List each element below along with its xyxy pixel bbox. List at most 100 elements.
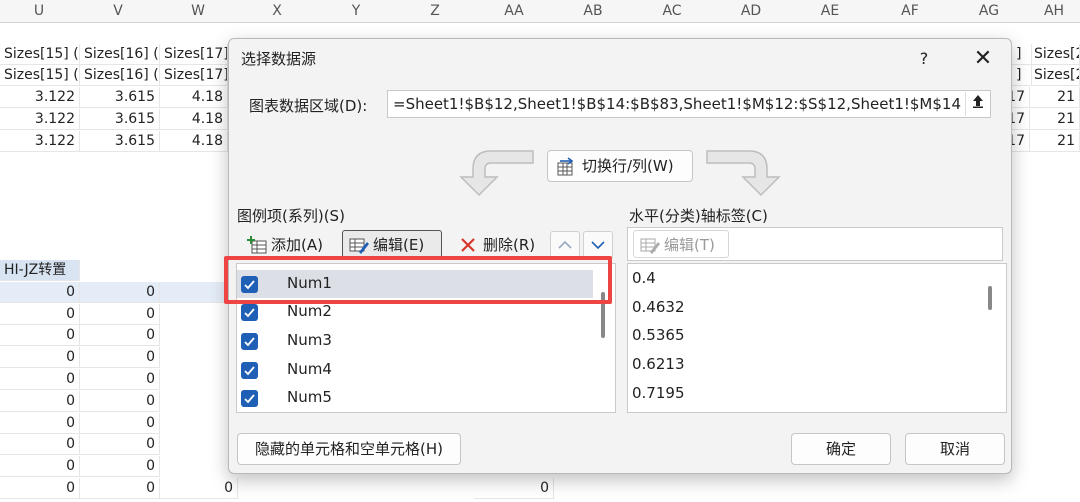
series-item[interactable]: Num4 bbox=[237, 356, 593, 384]
switch-row-column-button[interactable]: 切换行/列(W) bbox=[547, 150, 693, 182]
column-header-af[interactable]: AF bbox=[870, 0, 951, 23]
axis-labels-list[interactable]: 0.4 0.4632 0.5365 0.6213 0.7195 bbox=[627, 263, 1007, 413]
cell-header-label[interactable]: HI-JZ转置 bbox=[0, 260, 80, 281]
column-header-ab[interactable]: AB bbox=[554, 0, 633, 23]
delete-x-icon bbox=[461, 238, 475, 252]
cell-sizes[interactable]: Sizes[16] ( bbox=[80, 44, 160, 65]
delete-series-button[interactable]: 删除(R) bbox=[452, 230, 548, 258]
cell-zero[interactable]: 0 bbox=[0, 434, 80, 455]
axis-label-item[interactable]: 0.4632 bbox=[632, 293, 685, 321]
cell-partial[interactable]: ] bbox=[1012, 65, 1032, 86]
axis-label-item[interactable]: 0.7195 bbox=[632, 379, 685, 407]
cell-zero[interactable]: 0 bbox=[80, 282, 160, 303]
cell-zero[interactable]: 0 bbox=[0, 369, 80, 390]
column-header-u[interactable]: U bbox=[0, 0, 79, 23]
hidden-empty-cells-button[interactable]: 隐藏的单元格和空单元格(H) bbox=[237, 433, 461, 465]
cell-value[interactable]: 3.615 bbox=[80, 87, 160, 108]
cell-sizes[interactable]: Sizes[2 bbox=[1030, 44, 1080, 65]
collapse-range-button[interactable] bbox=[965, 92, 990, 116]
cell-zero[interactable]: 0 bbox=[80, 391, 160, 412]
data-range-input[interactable]: =Sheet1!$B$12,Sheet1!$B$14:$B$83,Sheet1!… bbox=[387, 90, 991, 118]
cell-zero[interactable]: 0 bbox=[80, 325, 160, 346]
cell-zero[interactable]: 0 bbox=[80, 369, 160, 390]
curved-arrow-left-icon bbox=[459, 150, 534, 197]
help-button[interactable]: ? bbox=[911, 45, 937, 73]
cell-sizes[interactable]: Sizes[16] ( bbox=[80, 65, 160, 86]
move-down-button[interactable] bbox=[583, 231, 613, 259]
cell-value[interactable]: 4.18 bbox=[160, 109, 228, 130]
cell-zero[interactable]: 0 bbox=[80, 413, 160, 434]
series-checkbox[interactable] bbox=[241, 276, 258, 293]
cell-value[interactable]: 21 bbox=[1030, 109, 1080, 130]
column-header-ae[interactable]: AE bbox=[790, 0, 871, 23]
cell-value[interactable]: 3.122 bbox=[0, 131, 80, 152]
cell-zero[interactable]: 0 bbox=[80, 347, 160, 368]
cell-zero[interactable]: 0 bbox=[0, 325, 80, 346]
column-header-z[interactable]: Z bbox=[396, 0, 475, 23]
cell-value[interactable]: 21 bbox=[1030, 87, 1080, 108]
series-item[interactable]: Num1 bbox=[237, 270, 593, 298]
column-header-ac[interactable]: AC bbox=[632, 0, 713, 23]
cell-sizes[interactable]: Sizes[15] ( bbox=[0, 44, 80, 65]
series-list[interactable]: Num1 Num2 Num3 Num4 Num5 bbox=[236, 263, 616, 413]
data-range-label: 图表数据区域(D): bbox=[249, 97, 368, 115]
column-header-ad[interactable]: AD bbox=[712, 0, 791, 23]
cell-zero[interactable]: 0 bbox=[0, 282, 80, 303]
cell-sizes[interactable]: Sizes[2 bbox=[1030, 65, 1080, 86]
dialog-titlebar[interactable]: 选择数据源 ? ✕ bbox=[229, 39, 1011, 79]
cell-zero[interactable]: 0 bbox=[0, 304, 80, 325]
column-header-aa[interactable]: AA bbox=[474, 0, 555, 23]
cell-sizes[interactable]: Sizes[15] ( bbox=[0, 65, 80, 86]
cell-zero[interactable]: 0 bbox=[160, 478, 238, 499]
series-list-scrollbar[interactable] bbox=[601, 292, 605, 338]
cell-zero[interactable]: 0 bbox=[80, 456, 160, 477]
edit-series-button[interactable]: 编辑(E) bbox=[342, 230, 442, 258]
move-up-button[interactable] bbox=[550, 231, 580, 259]
series-item[interactable]: Num3 bbox=[237, 327, 593, 355]
cell-zero[interactable]: 0 bbox=[0, 478, 80, 499]
cell-value[interactable]: 3.615 bbox=[80, 109, 160, 130]
cell-empty[interactable] bbox=[160, 282, 228, 303]
cancel-button[interactable]: 取消 bbox=[905, 433, 1005, 465]
axis-label-item[interactable]: 0.6213 bbox=[632, 350, 685, 378]
ok-button[interactable]: 确定 bbox=[791, 433, 891, 465]
series-item[interactable]: Num2 bbox=[237, 298, 593, 326]
series-checkbox[interactable] bbox=[241, 362, 258, 379]
cell-value[interactable]: 3.122 bbox=[0, 87, 80, 108]
cell-zero[interactable]: 0 bbox=[0, 456, 80, 477]
add-series-button[interactable]: 添加(A) bbox=[240, 230, 336, 258]
axis-labels-scrollbar[interactable] bbox=[988, 286, 992, 310]
cell-value[interactable]: 4.18 bbox=[160, 131, 228, 152]
cell-value[interactable]: 3.122 bbox=[0, 109, 80, 130]
cell-zero[interactable]: 0 bbox=[0, 391, 80, 412]
cell-value[interactable]: 4.18 bbox=[160, 87, 228, 108]
column-header-ag[interactable]: AG bbox=[950, 0, 1029, 23]
axis-label-item[interactable]: 0.5365 bbox=[632, 321, 685, 349]
axis-label-item[interactable]: 0.4 bbox=[632, 264, 656, 292]
series-checkbox[interactable] bbox=[241, 390, 258, 407]
series-item[interactable]: Num5 bbox=[237, 384, 593, 412]
cell-partial[interactable]: ] bbox=[1012, 44, 1032, 65]
series-checkbox[interactable] bbox=[241, 304, 258, 321]
cell-sizes[interactable]: Sizes[17] bbox=[160, 65, 228, 86]
column-header-y[interactable]: Y bbox=[316, 0, 397, 23]
column-header-v[interactable]: V bbox=[78, 0, 159, 23]
cell-zero[interactable]: 0 bbox=[80, 434, 160, 455]
cell-sizes[interactable]: Sizes[17] bbox=[160, 44, 228, 65]
cell-zero[interactable]: 0 bbox=[0, 347, 80, 368]
cell-zero[interactable]: 0 bbox=[80, 304, 160, 325]
curved-arrow-right-icon bbox=[706, 150, 781, 197]
cell-value[interactable]: 3.615 bbox=[80, 131, 160, 152]
check-icon bbox=[244, 366, 255, 376]
edit-table-icon bbox=[640, 238, 660, 254]
cell-zero[interactable]: 0 bbox=[0, 413, 80, 434]
column-header-w[interactable]: W bbox=[158, 0, 239, 23]
cell-zero[interactable]: 0 bbox=[474, 478, 554, 499]
cell-zero[interactable]: 0 bbox=[80, 478, 160, 499]
close-button[interactable]: ✕ bbox=[969, 45, 997, 73]
series-checkbox[interactable] bbox=[241, 333, 258, 350]
cell-value[interactable]: 21 bbox=[1030, 131, 1080, 152]
column-header-x[interactable]: X bbox=[238, 0, 317, 23]
column-header-ah[interactable]: AH bbox=[1028, 0, 1080, 23]
edit-axis-labels-button[interactable]: 编辑(T) bbox=[633, 230, 729, 258]
